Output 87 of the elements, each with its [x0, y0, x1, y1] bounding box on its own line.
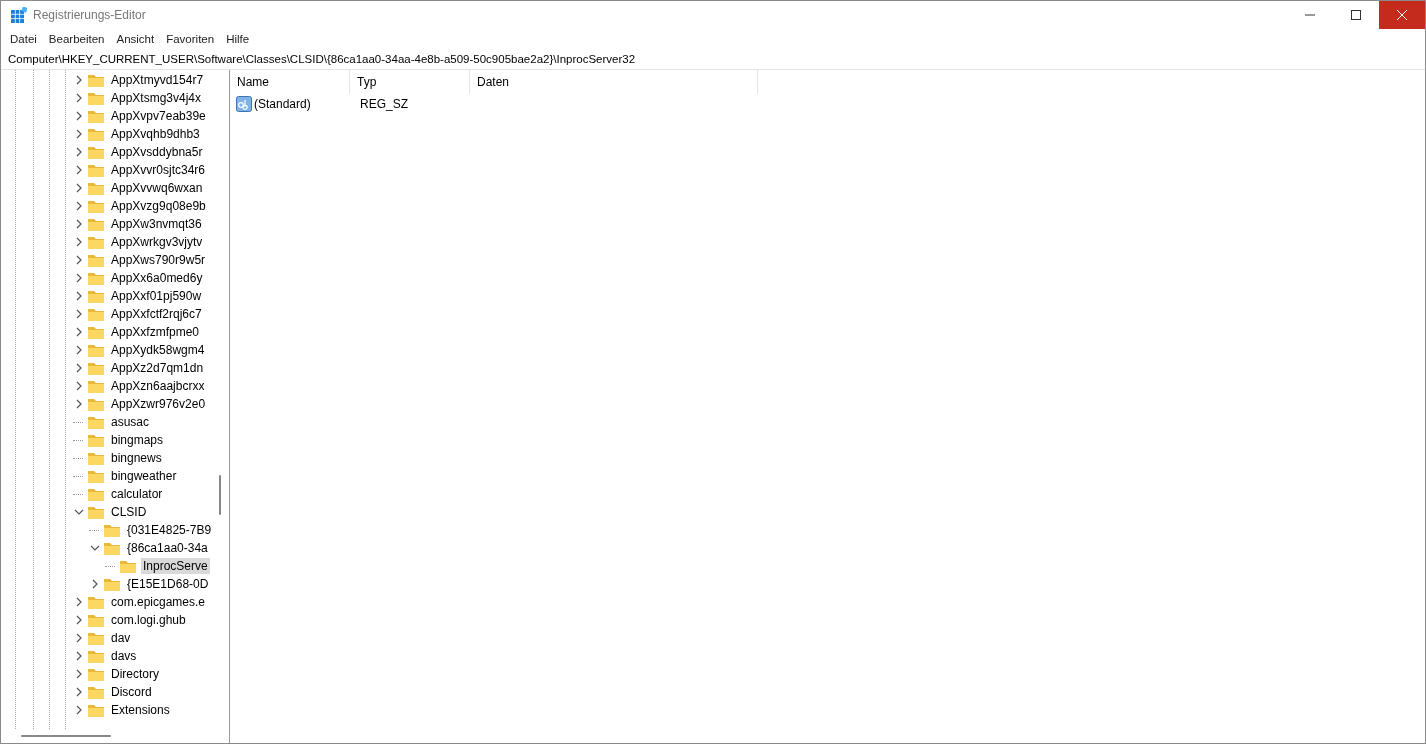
tree-item[interactable]: bingweather: [109, 468, 179, 484]
folder-icon: [119, 558, 137, 574]
folder-icon: [87, 666, 105, 682]
folder-icon: [87, 252, 105, 268]
scrollbar-thumb[interactable]: [21, 735, 111, 737]
folder-icon: [87, 702, 105, 718]
folder-icon: [87, 180, 105, 196]
folder-icon: [87, 216, 105, 232]
menu-item[interactable]: Datei: [4, 33, 43, 45]
folder-icon: [87, 630, 105, 646]
tree-item[interactable]: AppXxfzmfpme0: [109, 324, 202, 340]
tree-item[interactable]: AppXvvr0sjtc34r6: [109, 162, 208, 178]
tree-item[interactable]: AppXx6a0med6y: [109, 270, 205, 286]
folder-icon: [87, 198, 105, 214]
tree-item[interactable]: AppXvvwq6wxan: [109, 180, 205, 196]
tree-item[interactable]: AppXzn6aajbcrxx: [109, 378, 207, 394]
window-title: Registrierungs-Editor: [33, 8, 147, 22]
tree-item[interactable]: Discord: [109, 684, 154, 700]
folder-icon: [87, 234, 105, 250]
folder-icon: [87, 324, 105, 340]
folder-icon: [87, 504, 105, 520]
tree-item[interactable]: AppXvzg9q08e9b: [109, 198, 208, 214]
folder-icon: [87, 126, 105, 142]
tree-item[interactable]: {E15E1D68-0D: [125, 576, 211, 592]
string-value-icon: [236, 96, 252, 112]
menu-item[interactable]: Ansicht: [110, 33, 161, 45]
folder-icon: [87, 648, 105, 664]
folder-icon: [87, 162, 105, 178]
folder-icon: [87, 306, 105, 322]
tree-item[interactable]: calculator: [109, 486, 165, 502]
scrollbar-thumb[interactable]: [219, 475, 221, 515]
tree-item[interactable]: InprocServe: [141, 558, 210, 574]
folder-icon: [87, 468, 105, 484]
maximize-icon: [1351, 10, 1361, 20]
tree-item[interactable]: AppXvsddybna5r: [109, 144, 205, 160]
folder-icon: [87, 396, 105, 412]
folder-icon: [87, 378, 105, 394]
tree-item[interactable]: {86ca1aa0-34a: [125, 540, 210, 556]
tree-item[interactable]: com.logi.ghub: [109, 612, 188, 628]
tree-item[interactable]: AppXxf01pj590w: [109, 288, 204, 304]
folder-icon: [87, 414, 105, 430]
value-type: REG_SZ: [359, 97, 409, 111]
tree-item[interactable]: AppXw3nvmqt36: [109, 216, 204, 232]
folder-icon: [103, 540, 121, 556]
tree-item[interactable]: Extensions: [109, 702, 172, 718]
tree-item[interactable]: {031E4825-7B9: [125, 522, 213, 538]
tree-item[interactable]: AppXvqhb9dhb3: [109, 126, 202, 142]
menu-item[interactable]: Bearbeiten: [42, 33, 111, 45]
tree-item[interactable]: AppXzwr976v2e0: [109, 396, 208, 412]
folder-icon: [87, 108, 105, 124]
folder-icon: [87, 144, 105, 160]
tree-item[interactable]: bingmaps: [109, 432, 166, 448]
folder-icon: [87, 72, 105, 88]
tree-item[interactable]: Directory: [109, 666, 161, 682]
folder-icon: [87, 90, 105, 106]
folder-icon: [87, 684, 105, 700]
tree-item[interactable]: AppXtsmg3v4j4x: [109, 90, 204, 106]
folder-icon: [87, 360, 105, 376]
folder-icon: [103, 576, 121, 592]
folder-icon: [87, 270, 105, 286]
tree-item[interactable]: AppXxfctf2rqj6c7: [109, 306, 204, 322]
folder-icon: [87, 450, 105, 466]
tree-item[interactable]: AppXvpv7eab39e: [109, 108, 208, 124]
folder-icon: [87, 432, 105, 448]
tree-item[interactable]: AppXtmyvd154r7: [109, 72, 206, 88]
folder-icon: [103, 522, 121, 538]
folder-icon: [87, 288, 105, 304]
menu-item[interactable]: Favoriten: [160, 33, 221, 45]
address-field[interactable]: Computer\HKEY_CURRENT_USER\Software\Classes\CLSID\{86ca1aa0-34aa-4e8b-a509-50c905bae2a2}\InprocServer32: [1, 49, 1425, 69]
tree-item[interactable]: com.epicgames.e: [109, 594, 208, 610]
registry-app-icon: [11, 7, 27, 23]
tree-item[interactable]: AppXydk58wgm4: [109, 342, 207, 358]
tree-item[interactable]: davs: [109, 648, 139, 664]
tree-item[interactable]: CLSID: [109, 504, 149, 520]
tree-item[interactable]: AppXz2d7qm1dn: [109, 360, 206, 376]
close-icon: [1397, 10, 1407, 20]
tree-item[interactable]: dav: [109, 630, 133, 646]
tree-item[interactable]: AppXws790r9w5r: [109, 252, 208, 268]
tree-item[interactable]: bingnews: [109, 450, 164, 466]
folder-icon: [87, 486, 105, 502]
folder-icon: [87, 342, 105, 358]
value-name: (Standard): [254, 97, 312, 111]
folder-icon: [87, 612, 105, 628]
tree-item[interactable]: asusac: [109, 414, 152, 430]
tree-item[interactable]: AppXwrkgv3vjytv: [109, 234, 205, 250]
menu-item[interactable]: Hilfe: [220, 33, 256, 45]
folder-icon: [87, 594, 105, 610]
